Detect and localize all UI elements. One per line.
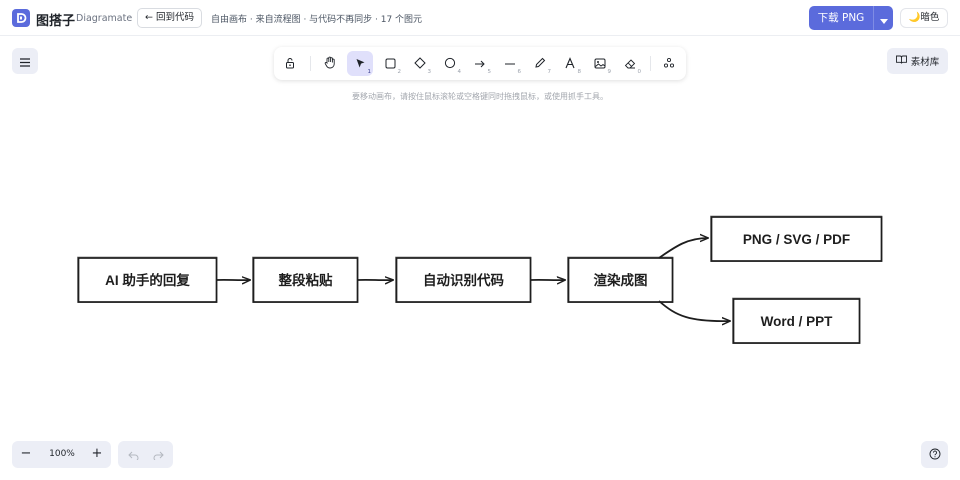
arrow-shortcut: 5 — [487, 69, 492, 75]
lock-open-icon — [284, 54, 296, 73]
pencil-icon — [534, 54, 546, 73]
zoom-out-button[interactable]: − — [17, 445, 35, 463]
redo-button[interactable] — [150, 446, 166, 462]
flow-node[interactable]: 渲染成图 — [567, 256, 674, 303]
select-shortcut: 1 — [367, 69, 372, 75]
hamburger-icon — [20, 52, 30, 71]
rectangle-shortcut: 2 — [397, 69, 402, 75]
diamond-icon — [414, 54, 426, 73]
drawing-toolbar: 1 2 3 4 5 6 7 8 9 0 — [274, 47, 686, 80]
book-icon — [895, 55, 907, 67]
arrow-tool-button[interactable]: 5 — [467, 51, 493, 76]
ellipse-shortcut: 4 — [457, 69, 462, 75]
draw-tool-button[interactable]: 7 — [527, 51, 553, 76]
image-icon — [594, 54, 606, 73]
theme-toggle-button[interactable]: 🌙暗色 — [900, 8, 948, 28]
ellipse-icon — [444, 54, 456, 73]
node-label: 自动识别代码 — [423, 272, 504, 288]
image-tool-button[interactable]: 9 — [587, 51, 613, 76]
line-shortcut: 6 — [517, 69, 522, 75]
flow-node[interactable]: AI 助手的回复 — [77, 256, 218, 303]
download-group: 下载 PNG — [809, 6, 893, 30]
select-tool-button[interactable]: 1 — [347, 51, 373, 76]
flow-node[interactable]: 整段粘贴 — [252, 256, 359, 303]
history-controls — [118, 441, 173, 468]
lock-tool-button[interactable] — [277, 51, 303, 76]
redo-icon — [153, 445, 164, 464]
ellipse-tool-button[interactable]: 4 — [437, 51, 463, 76]
zoom-in-button[interactable]: + — [88, 445, 106, 463]
image-shortcut: 9 — [607, 69, 612, 75]
hand-tool-button[interactable] — [317, 51, 343, 76]
eraser-shortcut: 0 — [637, 69, 642, 75]
cursor-icon — [355, 54, 366, 73]
theme-label: 暗色 — [920, 12, 940, 23]
undo-icon — [127, 445, 139, 464]
undo-button[interactable] — [125, 446, 141, 462]
eraser-tool-button[interactable]: 0 — [617, 51, 643, 76]
text-tool-button[interactable]: 8 — [557, 51, 583, 76]
help-icon — [929, 445, 941, 464]
flow-arrow — [658, 238, 708, 259]
arrow-icon — [474, 54, 486, 73]
zoom-level[interactable]: 100% — [44, 449, 80, 459]
diamond-tool-button[interactable]: 3 — [407, 51, 433, 76]
app-name: 图搭子 — [36, 14, 76, 29]
help-button[interactable] — [921, 441, 948, 468]
node-label: AI 助手的回复 — [105, 272, 190, 288]
line-tool-button[interactable]: 6 — [497, 51, 523, 76]
flow-arrow — [658, 300, 730, 321]
shapes-icon — [663, 54, 675, 73]
node-label: Word / PPT — [761, 314, 834, 329]
library-label: 素材库 — [910, 57, 940, 68]
flow-node[interactable]: 自动识别代码 — [395, 256, 532, 303]
zoom-controls: − 100% + — [12, 441, 111, 468]
text-shortcut: 8 — [577, 69, 582, 75]
line-icon — [504, 54, 516, 73]
toolbar-divider — [310, 56, 311, 71]
download-options-button[interactable] — [873, 6, 893, 30]
canvas-status: 自由画布 · 来自流程图 · 与代码不再同步 · 17 个图元 — [211, 15, 423, 25]
top-bar: 图搭子 Diagramate ← 回到代码 自由画布 · 来自流程图 · 与代码… — [0, 0, 960, 36]
node-label: 渲染成图 — [594, 272, 648, 288]
text-icon — [564, 54, 576, 73]
caret-down-icon — [879, 9, 888, 28]
toolbar-divider — [650, 56, 651, 71]
node-label: PNG / SVG / PDF — [743, 232, 850, 247]
more-shapes-button[interactable] — [656, 51, 682, 76]
back-to-code-button[interactable]: ← 回到代码 — [137, 8, 202, 28]
download-png-button[interactable]: 下载 PNG — [809, 6, 873, 30]
app-logo-icon — [12, 9, 30, 27]
canvas-hint: 要移动画布，请按住鼠标滚轮或空格键同时拖拽鼠标，或使用抓手工具。 — [352, 92, 608, 101]
library-button[interactable]: 素材库 — [887, 48, 948, 74]
draw-shortcut: 7 — [547, 69, 552, 75]
main-menu-button[interactable] — [12, 48, 38, 74]
moon-icon: 🌙 — [908, 12, 921, 23]
flow-node[interactable]: Word / PPT — [732, 297, 861, 344]
rectangle-tool-button[interactable]: 2 — [377, 51, 403, 76]
hand-icon — [324, 54, 336, 73]
app-subtitle: Diagramate — [76, 13, 133, 24]
flow-node[interactable]: PNG / SVG / PDF — [710, 215, 883, 262]
eraser-icon — [624, 54, 636, 73]
node-label: 整段粘贴 — [279, 272, 333, 288]
diamond-shortcut: 3 — [427, 69, 432, 75]
rectangle-icon — [385, 54, 396, 73]
